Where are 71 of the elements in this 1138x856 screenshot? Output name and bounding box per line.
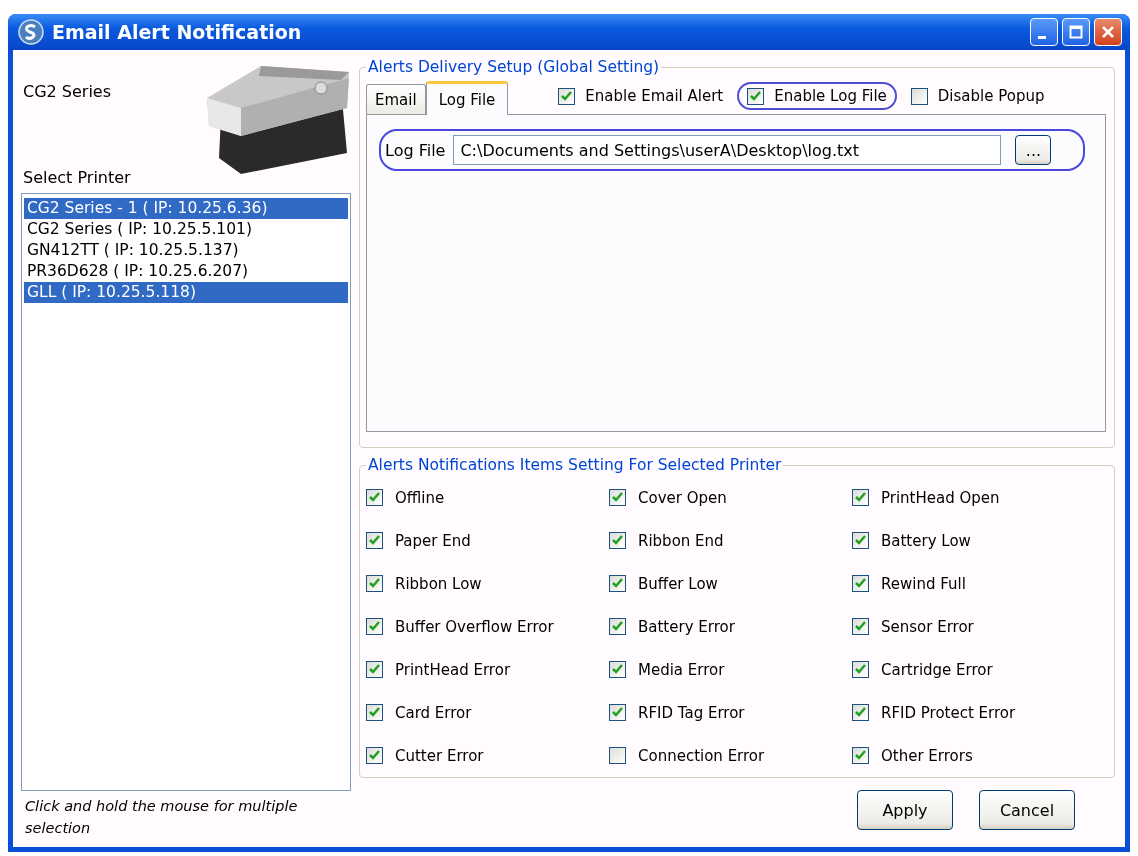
alert-item-checkbox[interactable]: Cartridge Error bbox=[852, 656, 1108, 683]
log-file-path-field[interactable]: C:\Documents and Settings\userA\Desktop\log.txt bbox=[453, 135, 1002, 165]
checkmark-icon bbox=[854, 749, 867, 762]
alert-item-checkbox[interactable]: Rewind Full bbox=[852, 570, 1108, 597]
checkmark-icon bbox=[854, 577, 867, 590]
log-file-label: Log File bbox=[385, 140, 446, 160]
alert-item-checkbox[interactable]: Cutter Error bbox=[366, 742, 609, 769]
option-checkbox[interactable]: Enable Email Alert bbox=[548, 82, 734, 110]
alert-item-checkbox[interactable]: Other Errors bbox=[852, 742, 1108, 769]
checkmark-icon bbox=[854, 620, 867, 633]
checkmark-icon bbox=[368, 663, 381, 676]
alert-item-checkbox[interactable]: Ribbon Low bbox=[366, 570, 609, 597]
dialog-button[interactable]: Apply bbox=[857, 790, 953, 830]
checkmark-icon bbox=[611, 577, 624, 590]
alert-item-checkbox[interactable]: PrintHead Error bbox=[366, 656, 609, 683]
checkmark-icon bbox=[854, 491, 867, 504]
app-logo-icon bbox=[18, 19, 44, 45]
alert-item-checkbox[interactable]: Battery Low bbox=[852, 527, 1108, 554]
checkmark-icon bbox=[368, 706, 381, 719]
close-button[interactable] bbox=[1094, 18, 1122, 46]
alert-item-checkbox[interactable]: Media Error bbox=[609, 656, 852, 683]
printer-list-item[interactable]: PR36D628 ( IP: 10.25.6.207) bbox=[24, 261, 348, 282]
minimize-button[interactable] bbox=[1030, 18, 1058, 46]
alert-item-checkbox[interactable]: RFID Tag Error bbox=[609, 699, 852, 726]
checkmark-icon bbox=[368, 577, 381, 590]
maximize-icon bbox=[1069, 25, 1083, 39]
option-checkbox[interactable]: Disable Popup bbox=[900, 82, 1055, 110]
maximize-button[interactable] bbox=[1062, 18, 1090, 46]
checkmark-icon bbox=[611, 620, 624, 633]
checkmark-icon bbox=[368, 749, 381, 762]
alert-item-checkbox[interactable]: Connection Error bbox=[609, 742, 852, 769]
minimize-icon bbox=[1038, 35, 1046, 39]
checkmark-icon bbox=[611, 491, 624, 504]
alert-item-checkbox[interactable]: Sensor Error bbox=[852, 613, 1108, 640]
alert-item-checkbox[interactable]: Cover Open bbox=[609, 484, 852, 511]
checkmark-icon bbox=[611, 534, 624, 547]
checkmark-icon bbox=[368, 491, 381, 504]
printer-list-item[interactable]: CG2 Series - 1 ( IP: 10.25.6.36) bbox=[24, 198, 348, 219]
alert-item-checkbox[interactable]: RFID Protect Error bbox=[852, 699, 1108, 726]
checkmark-icon bbox=[368, 534, 381, 547]
checkmark-icon bbox=[611, 663, 624, 676]
tab[interactable]: Email bbox=[366, 84, 426, 114]
multi-select-hint: Click and hold the mouse for multiple selection bbox=[24, 797, 299, 838]
group-title: Alerts Delivery Setup (Global Setting) bbox=[367, 58, 661, 76]
checkmark-icon bbox=[854, 706, 867, 719]
alert-item-checkbox[interactable]: Buffer Low bbox=[609, 570, 852, 597]
browse-button[interactable]: ... bbox=[1015, 135, 1052, 165]
printer-model-label: CG2 Series bbox=[23, 82, 112, 101]
alert-item-checkbox[interactable]: Offline bbox=[366, 484, 609, 511]
alert-item-checkbox[interactable]: Ribbon End bbox=[609, 527, 852, 554]
alert-item-checkbox[interactable]: Card Error bbox=[366, 699, 609, 726]
alert-item-checkbox[interactable]: PrintHead Open bbox=[852, 484, 1108, 511]
dialog-button[interactable]: Cancel bbox=[979, 790, 1075, 830]
checkmark-icon bbox=[560, 89, 574, 103]
select-printer-label: Select Printer bbox=[23, 168, 132, 187]
checkmark-icon bbox=[854, 534, 867, 547]
printer-list-item[interactable]: GN412TT ( IP: 10.25.5.137) bbox=[24, 240, 348, 261]
close-icon bbox=[1101, 25, 1115, 39]
checkmark-icon bbox=[368, 620, 381, 633]
tab[interactable]: Log File bbox=[425, 81, 509, 115]
alert-item-checkbox[interactable]: Buffer Overflow Error bbox=[366, 613, 609, 640]
group-title: Alerts Notifications Items Setting For Selected Printer bbox=[367, 456, 783, 474]
checkmark-icon bbox=[854, 663, 867, 676]
window-title: Email Alert Notification bbox=[52, 21, 303, 43]
printer-list-item[interactable]: CG2 Series ( IP: 10.25.5.101) bbox=[24, 219, 348, 240]
option-checkbox[interactable]: Enable Log File bbox=[737, 82, 897, 110]
alert-item-checkbox[interactable]: Paper End bbox=[366, 527, 609, 554]
checkmark-icon bbox=[749, 89, 763, 103]
alert-item-checkbox[interactable]: Battery Error bbox=[609, 613, 852, 640]
checkmark-icon bbox=[611, 706, 624, 719]
printer-list-item[interactable]: GLL ( IP: 10.25.5.118) bbox=[24, 282, 348, 303]
